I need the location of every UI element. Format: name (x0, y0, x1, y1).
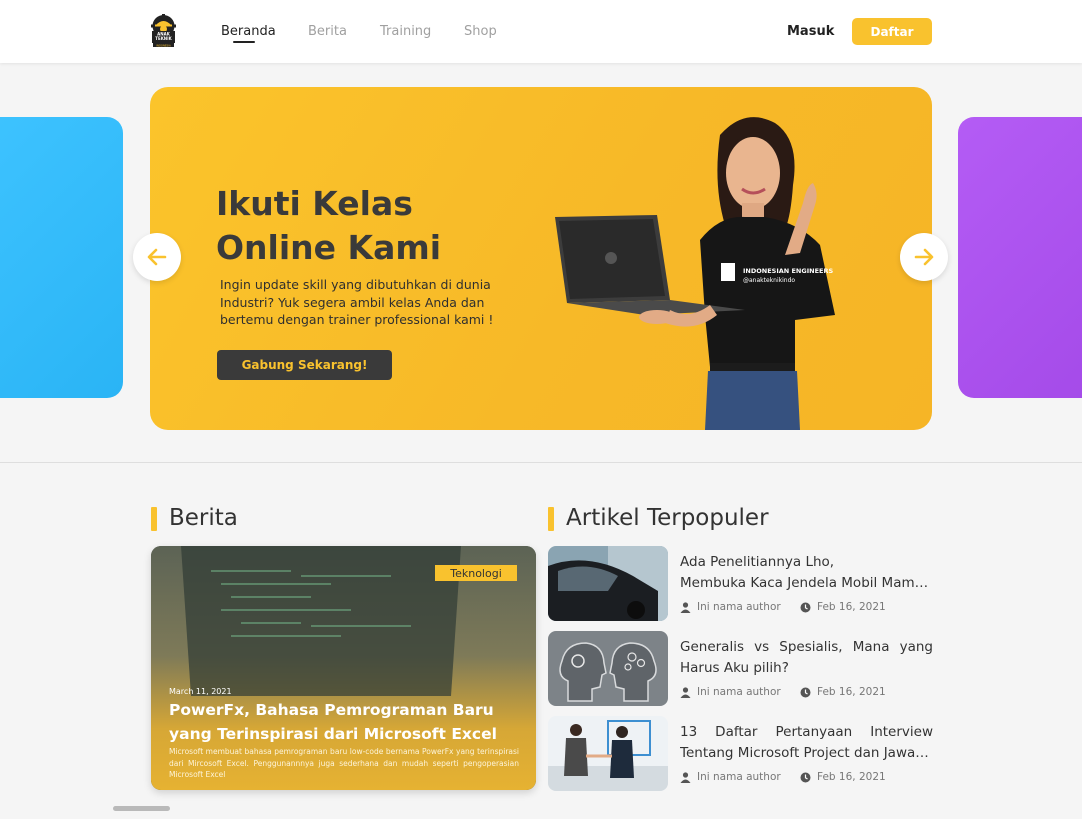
article-title[interactable]: Generalis vs Spesialis, Mana yang Harus … (680, 637, 933, 678)
article-title-line2: Harus Aku pilih? (680, 659, 789, 676)
svg-text:INDONESIAN ENGINEERS: INDONESIAN ENGINEERS (743, 267, 833, 275)
clock-icon (800, 602, 811, 612)
carousel-next-slide[interactable] (958, 117, 1082, 398)
carousel-prev-slide[interactable] (0, 117, 123, 398)
news-heading-accent (151, 507, 157, 531)
user-icon (680, 771, 691, 783)
top-navbar: ANAK TEKNIK INDONESIA Beranda Berita Tra… (0, 0, 1082, 63)
news-description: Microsoft membuat bahasa pemrograman bar… (169, 747, 519, 779)
arrow-left-icon (147, 248, 167, 266)
popular-heading-accent (548, 507, 554, 531)
horizontal-scrollbar[interactable] (113, 806, 170, 811)
article-item[interactable]: Generalis vs Spesialis, Mana yang Harus … (548, 631, 938, 707)
hero-banner: Ikuti Kelas Online Kami Ingin update ski… (150, 87, 932, 430)
nav-active-indicator (233, 41, 255, 43)
article-author: Ini nama author (680, 771, 781, 783)
article-title-line2: Tentang Microsoft Project dan Jawab... (680, 744, 933, 761)
article-date-text: Feb 16, 2021 (817, 601, 886, 613)
register-button[interactable]: Daftar (852, 18, 932, 45)
article-author: Ini nama author (680, 601, 781, 613)
article-date: Feb 16, 2021 (800, 601, 886, 613)
nav-shop[interactable]: Shop (464, 24, 497, 39)
arrow-right-icon (914, 248, 934, 266)
article-thumbnail[interactable] (548, 716, 668, 791)
svg-text:INDONESIA: INDONESIA (156, 43, 171, 47)
news-date: March 11, 2021 (169, 687, 232, 696)
article-author-name: Ini nama author (697, 686, 781, 698)
banner-person-image: INDONESIAN ENGINEERS @anakteknikindo (555, 117, 835, 430)
popular-heading: Artikel Terpopuler (566, 505, 769, 531)
clock-icon (800, 687, 811, 697)
banner-title-line1: Ikuti Kelas (216, 184, 413, 223)
article-date: Feb 16, 2021 (800, 771, 886, 783)
news-category-badge[interactable]: Teknologi (435, 565, 517, 581)
section-divider (0, 462, 1082, 463)
news-heading: Berita (169, 505, 238, 531)
brand-logo[interactable]: ANAK TEKNIK INDONESIA (149, 14, 178, 48)
featured-news-card[interactable]: Teknologi March 11, 2021 PowerFx, Bahasa… (151, 546, 536, 790)
banner-title: Ikuti Kelas Online Kami (216, 182, 441, 270)
banner-title-line2: Online Kami (216, 228, 442, 267)
news-title[interactable]: PowerFx, Bahasa Pemrograman Baru yang Te… (169, 698, 519, 746)
svg-text:@anakteknikindo: @anakteknikindo (743, 277, 795, 284)
article-title[interactable]: 13 Daftar Pertanyaan Interview Tentang M… (680, 722, 933, 763)
banner-subtitle: Ingin update skill yang dibutuhkan di du… (220, 277, 494, 327)
article-title-line1: Generalis vs Spesialis, Mana yang (680, 639, 933, 655)
article-title-line1: Ada Penelitiannya Lho, (680, 554, 835, 570)
article-item[interactable]: Ada Penelitiannya Lho, Membuka Kaca Jend… (548, 546, 938, 622)
clock-icon (800, 772, 811, 782)
user-icon (680, 601, 691, 613)
article-title-line1: 13 Daftar Pertanyaan Interview (680, 724, 933, 740)
carousel-next-button[interactable] (900, 233, 948, 281)
user-icon (680, 686, 691, 698)
svg-text:TEKNIK: TEKNIK (155, 36, 172, 41)
login-link[interactable]: Masuk (787, 24, 834, 39)
article-item[interactable]: 13 Daftar Pertanyaan Interview Tentang M… (548, 716, 938, 792)
article-title[interactable]: Ada Penelitiannya Lho, Membuka Kaca Jend… (680, 552, 933, 593)
article-author-name: Ini nama author (697, 771, 781, 783)
article-title-line2: Membuka Kaca Jendela Mobil Mamp... (680, 574, 933, 591)
join-now-button[interactable]: Gabung Sekarang! (217, 350, 392, 380)
carousel-prev-button[interactable] (133, 233, 181, 281)
article-thumbnail[interactable] (548, 546, 668, 621)
article-date-text: Feb 16, 2021 (817, 771, 886, 783)
article-date-text: Feb 16, 2021 (817, 686, 886, 698)
nav-berita[interactable]: Berita (308, 24, 347, 39)
article-thumbnail[interactable] (548, 631, 668, 706)
nav-beranda[interactable]: Beranda (221, 24, 276, 39)
article-date: Feb 16, 2021 (800, 686, 886, 698)
article-author: Ini nama author (680, 686, 781, 698)
nav-training[interactable]: Training (380, 24, 431, 39)
article-author-name: Ini nama author (697, 601, 781, 613)
